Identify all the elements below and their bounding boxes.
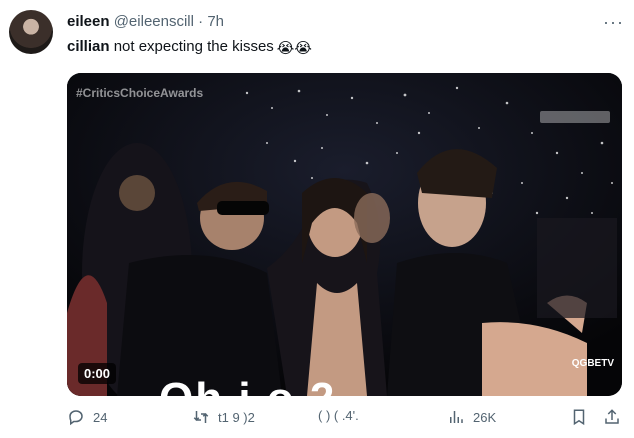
video-player[interactable]: #CriticsChoiceAwards Oh i o 2 0:00 QGBET…	[67, 73, 622, 396]
separator-dot: ·	[198, 13, 204, 30]
broadcaster-watermark	[540, 111, 610, 123]
tweet-text-rest: not expecting the kisses	[109, 38, 274, 55]
tweet-text: cillian not expecting the kisses 😭😭	[67, 38, 312, 57]
retweet-button[interactable]: t1 9 )2	[192, 408, 255, 426]
reply-button[interactable]: 24	[67, 408, 107, 426]
share-button[interactable]	[603, 408, 621, 426]
retweet-icon	[193, 411, 209, 423]
channel-logo: QGBETV	[571, 358, 614, 369]
like-count: ( ) ( .4'.	[318, 408, 359, 423]
more-icon[interactable]: ···	[603, 12, 624, 33]
reply-count: 24	[93, 409, 108, 425]
retweet-count: t1 9 )2	[218, 409, 255, 425]
share-icon	[605, 409, 619, 424]
bookmark-button[interactable]	[570, 408, 588, 426]
action-bar: 24 t1 9 )2 ( ) ( .4'. 26K	[0, 408, 634, 434]
avatar[interactable]	[9, 10, 53, 54]
video-timecode: 0:00	[78, 363, 117, 384]
user-handle[interactable]: @eileenscill	[114, 13, 194, 30]
views-count: 26K	[473, 409, 497, 425]
crying-emoji: 😭😭	[276, 40, 312, 57]
display-name[interactable]: eileen	[67, 13, 110, 30]
reply-icon	[69, 410, 83, 426]
views-icon	[450, 411, 463, 423]
bookmark-icon	[573, 409, 585, 426]
video-frame	[67, 73, 622, 396]
video-hashtag: #CriticsChoiceAwards	[76, 86, 204, 100]
tweet-header: eileen @eileenscill · 7h	[67, 13, 224, 30]
video-caption: Oh i o 2	[159, 374, 336, 396]
views-button[interactable]: 26K	[447, 408, 496, 426]
timestamp[interactable]: 7h	[207, 13, 224, 30]
like-button[interactable]: ( ) ( .4'.	[318, 408, 359, 423]
tweet-text-bold: cillian	[67, 38, 110, 55]
